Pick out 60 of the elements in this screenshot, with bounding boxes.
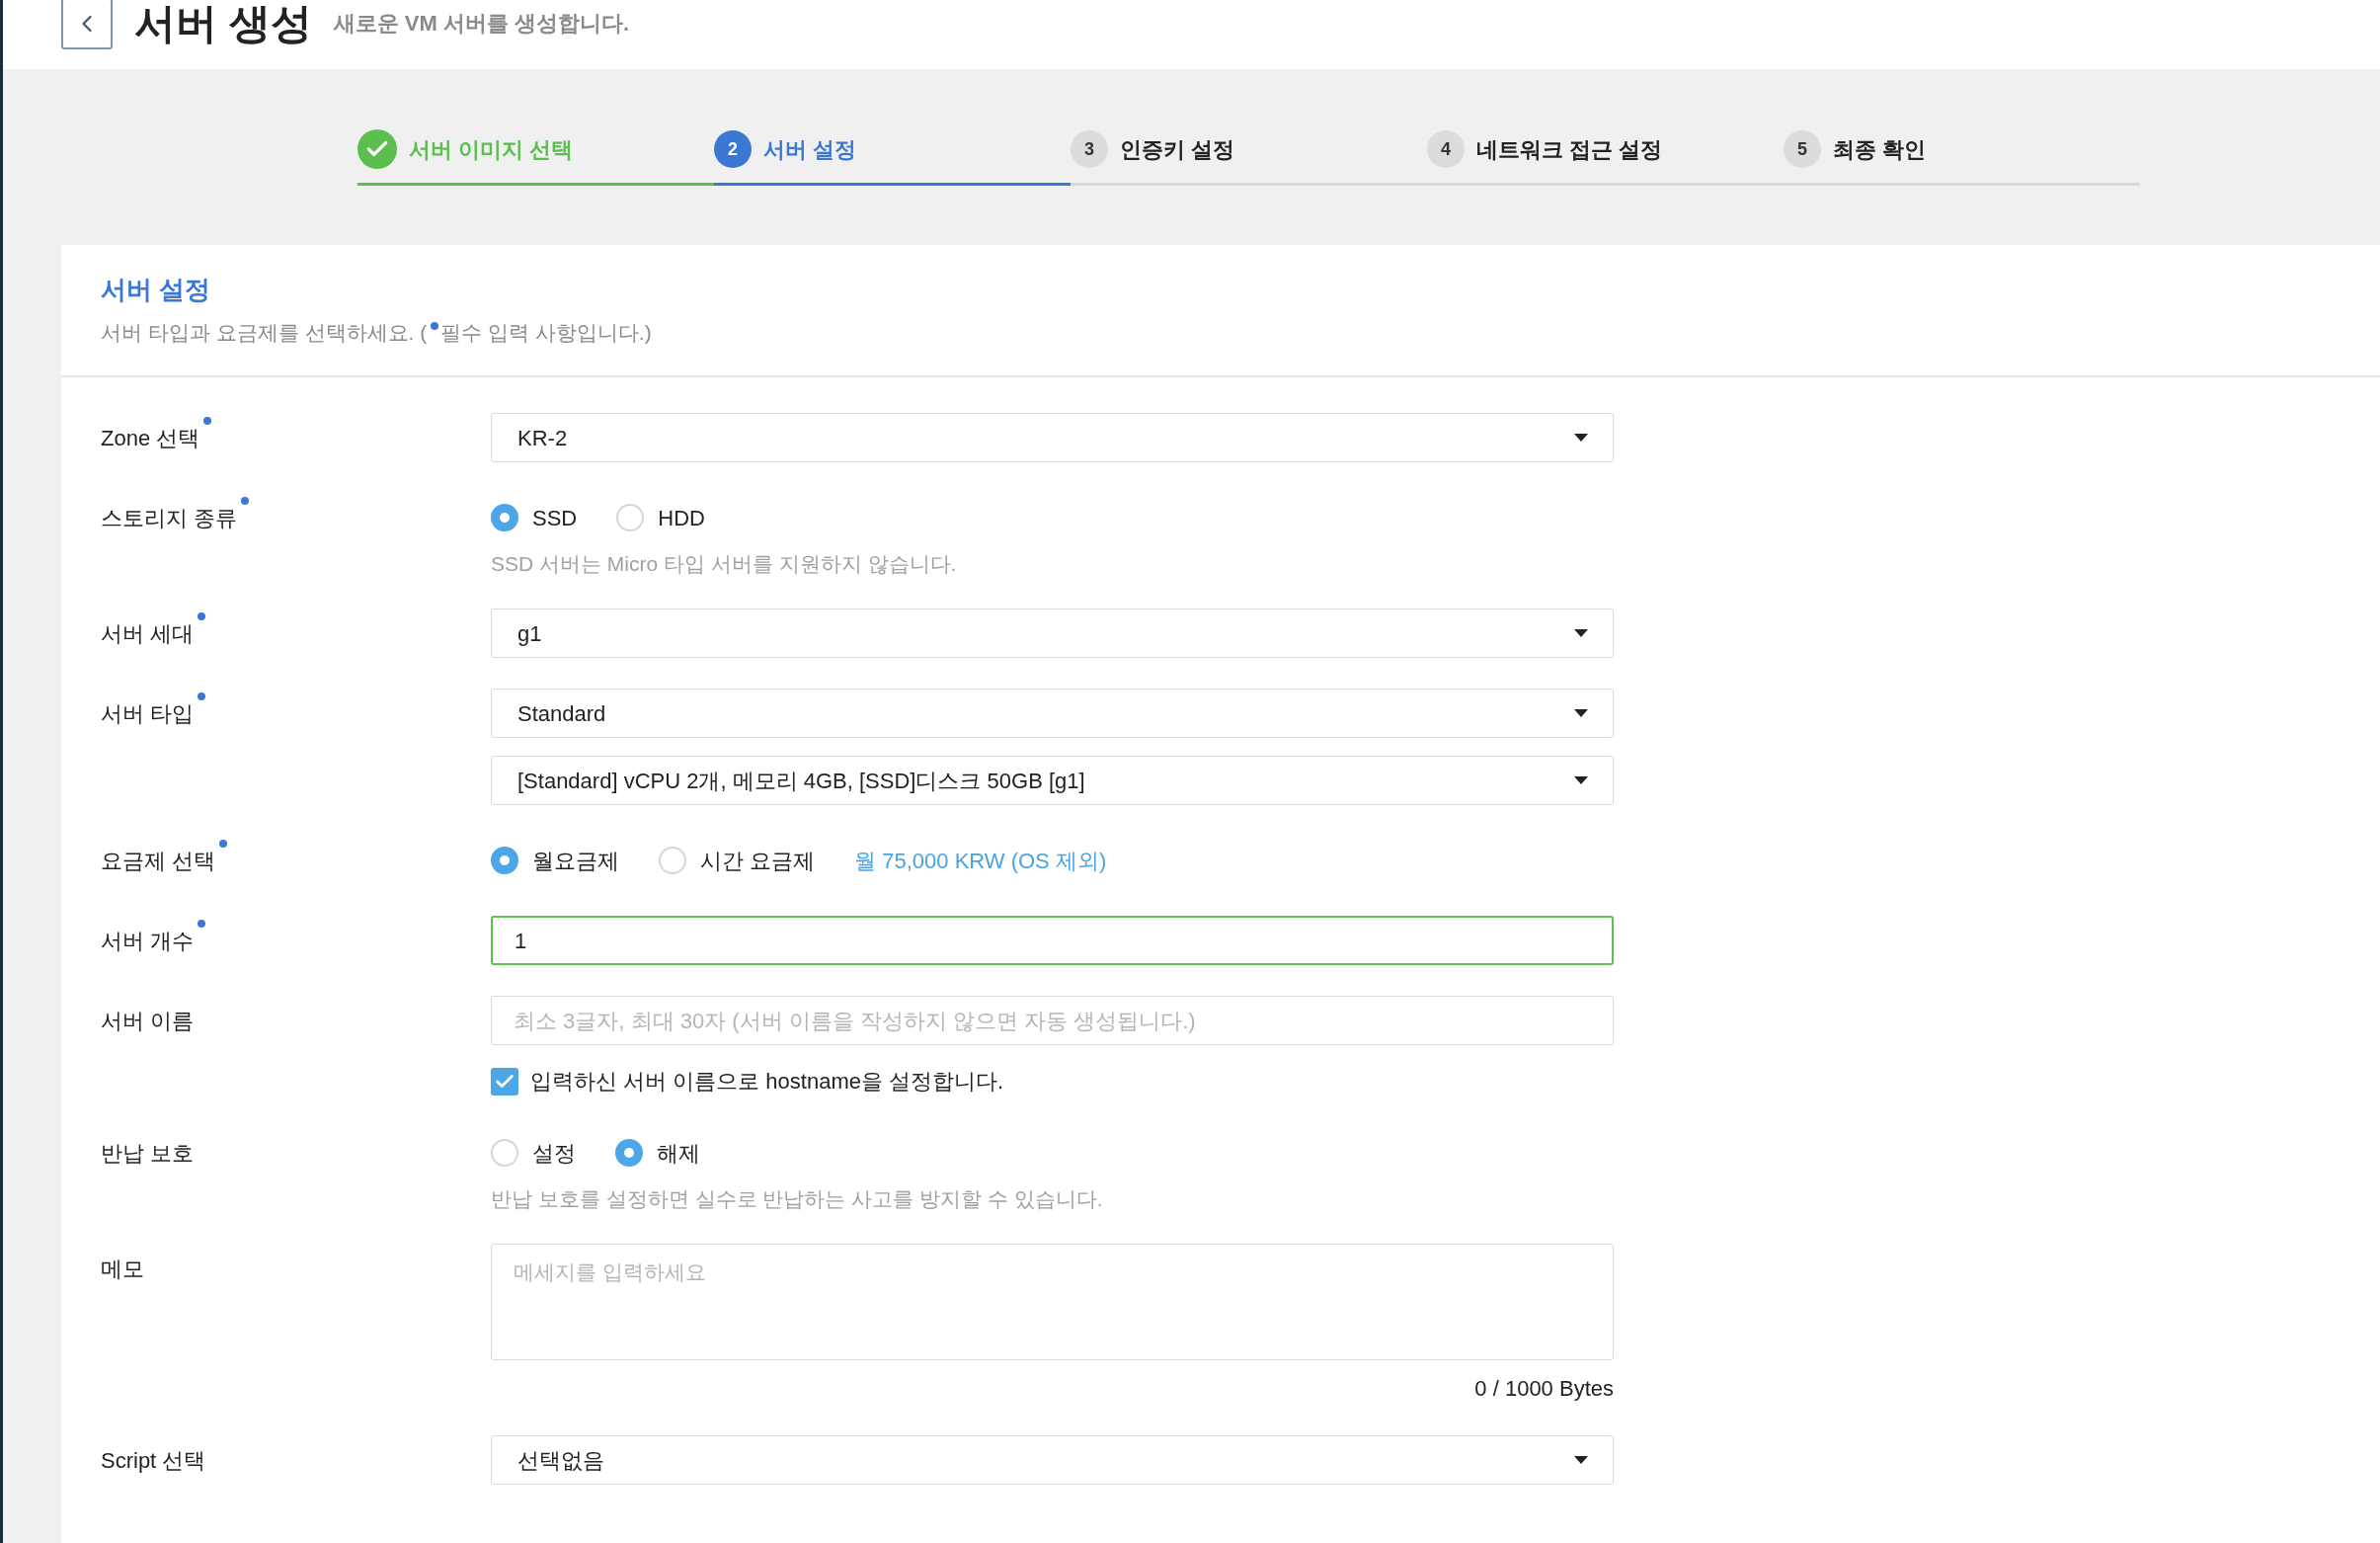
field-label: 메모 [101, 1255, 144, 1283]
step-number: 3 [1071, 130, 1108, 168]
step-label: 최종 확인 [1833, 135, 1927, 164]
select-dropdown[interactable]: Standard [491, 689, 1614, 738]
back-button[interactable] [61, 0, 113, 49]
select-dropdown[interactable]: g1 [491, 609, 1614, 658]
page-title: 서버 생성 [134, 0, 312, 48]
radio-button[interactable] [491, 1139, 518, 1167]
radio-button[interactable] [616, 504, 645, 531]
step-label: 인증키 설정 [1120, 135, 1235, 164]
step-label: 서버 설정 [763, 135, 857, 164]
caret-down-icon [1573, 433, 1589, 443]
price-text: 월 75,000 KRW (OS 제외) [854, 847, 1107, 875]
field-label: 서버 타입 [101, 699, 195, 728]
check-icon [357, 129, 397, 169]
radio-button[interactable] [615, 1139, 643, 1167]
field-label: Script 선택 [101, 1446, 206, 1475]
step-tab[interactable]: 5 최종 확인 [1784, 129, 2140, 186]
step-tab[interactable]: 3 인증키 설정 [1071, 129, 1427, 186]
radio-button[interactable] [491, 847, 518, 874]
step-number: 4 [1427, 130, 1465, 168]
select-dropdown[interactable]: 선택없음 [491, 1435, 1614, 1485]
field-label: 서버 개수 [101, 927, 195, 955]
byte-counter: 0 / 1000 Bytes [1474, 1375, 1614, 1403]
field-label: 요금제 선택 [101, 847, 216, 875]
caret-down-icon [1573, 775, 1589, 785]
radio-option[interactable]: 시간 요금제 [659, 844, 816, 877]
field-label: 서버 이름 [101, 1007, 195, 1035]
step-label: 네트워크 접근 설정 [1476, 135, 1663, 164]
field-label: Zone 선택 [101, 424, 200, 452]
caret-down-icon [1573, 628, 1589, 638]
memo-field[interactable]: 메세지를 입력하세요 [491, 1244, 1614, 1360]
radio-option[interactable]: SSD [491, 501, 578, 534]
radio-option[interactable]: 설정 [491, 1136, 576, 1170]
field-label: 스토리지 종류 [101, 504, 238, 532]
checkbox[interactable] [491, 1067, 518, 1096]
step-tab[interactable]: 4 네트워크 접근 설정 [1427, 129, 1784, 186]
field-label: 반납 보호 [101, 1139, 195, 1168]
radio-option[interactable]: 해제 [615, 1136, 700, 1170]
hint-text: 반납 보호를 설정하면 실수로 반납하는 사고를 방지할 수 있습니다. [491, 1186, 1104, 1212]
select-dropdown[interactable]: [Standard] vCPU 2개, 메모리 4GB, [SSD]디스크 50GB [g1] [491, 756, 1614, 805]
checkbox-option[interactable]: 입력하신 서버 이름으로 hostname을 설정합니다. [491, 1065, 1614, 1097]
description-text: 필수 입력 사항입니다.) [440, 320, 652, 346]
page-subtitle: 새로운 VM 서버를 생성합니다. [333, 10, 630, 38]
caret-down-icon [1573, 1455, 1589, 1465]
description-text: 서버 타입과 요금제를 선택하세요. ( [101, 320, 428, 346]
section-title: 서버 설정 [101, 274, 212, 306]
step-label: 서버 이미지 선택 [409, 135, 574, 164]
input-field[interactable]: 1 [491, 916, 1614, 965]
radio-option[interactable]: HDD [616, 501, 705, 534]
step-number: 2 [714, 130, 752, 168]
radio-button[interactable] [491, 504, 518, 531]
hint-text: SSD 서버는 Micro 타입 서버를 지원하지 않습니다. [491, 551, 958, 577]
radio-button[interactable] [659, 847, 686, 874]
radio-option[interactable]: 월요금제 [491, 844, 619, 877]
select-dropdown[interactable]: KR-2 [491, 413, 1614, 462]
step-tab[interactable]: 2 서버 설정 [714, 129, 1071, 186]
caret-down-icon [1573, 708, 1589, 718]
field-label: 서버 세대 [101, 619, 195, 648]
step-number: 5 [1784, 130, 1821, 168]
